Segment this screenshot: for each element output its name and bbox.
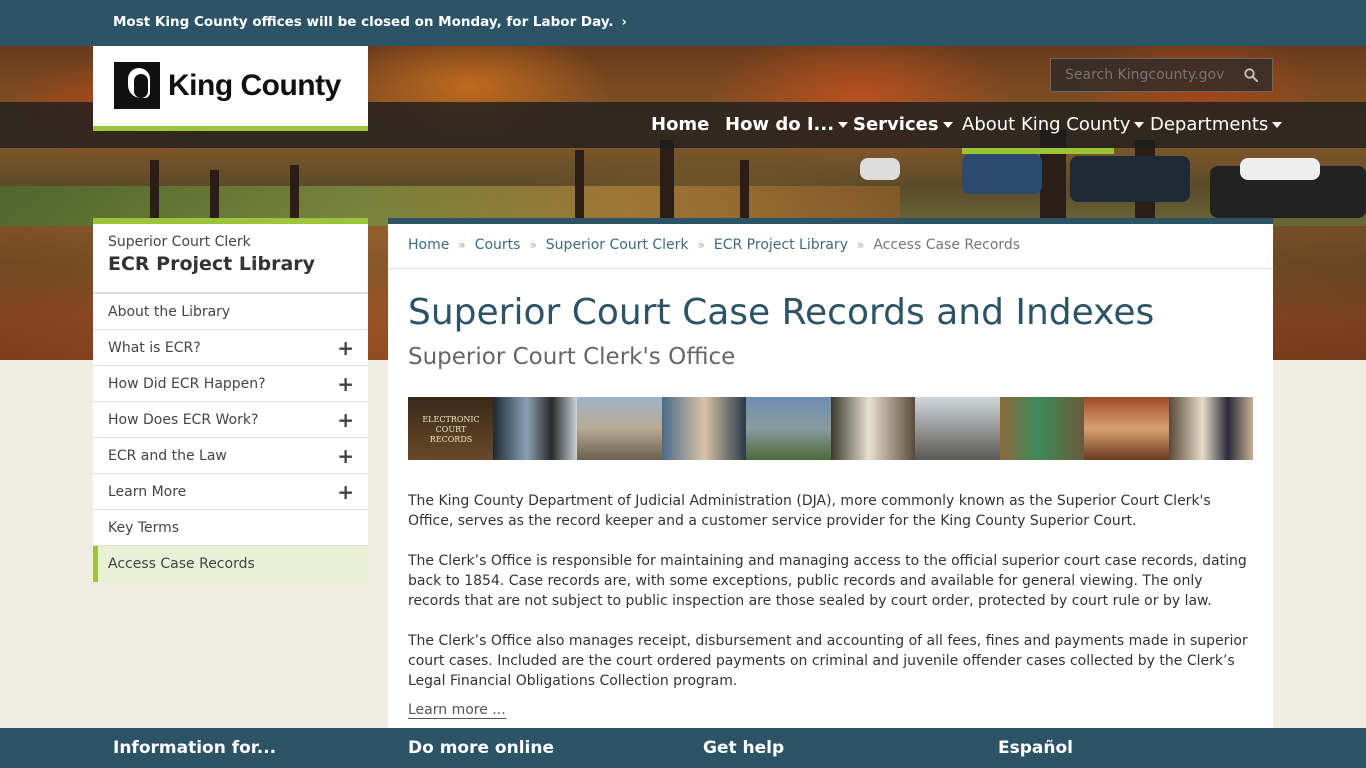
photo-service-counter bbox=[661, 397, 746, 460]
sidebar-header: Superior Court Clerk ECR Project Library bbox=[93, 224, 368, 294]
sidebar-item-how-does-ecr-work[interactable]: How Does ECR Work? + bbox=[93, 402, 368, 438]
breadcrumb: Home » Courts » Superior Court Clerk » ECR Pro… bbox=[388, 224, 1273, 269]
footer-get-help[interactable]: Get help bbox=[703, 738, 784, 758]
chevron-double-right-icon: » bbox=[697, 238, 705, 252]
sidebar-title[interactable]: ECR Project Library bbox=[108, 253, 353, 275]
active-nav-indicator bbox=[962, 148, 1114, 154]
plus-icon[interactable]: + bbox=[337, 330, 354, 366]
sidebar-item-label: About the Library bbox=[108, 304, 231, 320]
footer-espanol[interactable]: Español bbox=[998, 738, 1073, 758]
photo-courthouse bbox=[577, 397, 662, 460]
caret-down-icon bbox=[838, 122, 849, 128]
breadcrumb-courts[interactable]: Courts bbox=[475, 237, 521, 253]
photo-regional-center bbox=[746, 397, 831, 460]
plus-icon[interactable]: + bbox=[337, 366, 354, 402]
sidebar-item-ecr-and-the-law[interactable]: ECR and the Law + bbox=[93, 438, 368, 474]
chevron-double-right-icon: » bbox=[856, 238, 865, 252]
photo-banner: ELECTRONIC COURT RECORDS bbox=[408, 397, 1253, 460]
plus-icon[interactable]: + bbox=[337, 402, 354, 438]
photo-street bbox=[915, 397, 1000, 460]
body-text: The King County Department of Judicial A… bbox=[408, 491, 1253, 711]
alert-bar: Most King County offices will be closed … bbox=[0, 0, 1366, 46]
chevron-double-right-icon: » bbox=[458, 238, 466, 252]
sidebar-nav: Superior Court Clerk ECR Project Library… bbox=[93, 218, 368, 582]
nav-about-king-county[interactable]: About King County bbox=[962, 114, 1145, 138]
nav-how-do-i[interactable]: How do I... bbox=[725, 114, 849, 138]
logo-text: King County bbox=[168, 69, 341, 102]
page-subtitle: Superior Court Clerk's Office bbox=[408, 344, 736, 370]
footer-information-for[interactable]: Information for... bbox=[113, 738, 276, 758]
breadcrumb-home[interactable]: Home bbox=[408, 237, 449, 253]
paragraph: The Clerk’s Office also manages receipt,… bbox=[408, 633, 1248, 689]
breadcrumb-ecr-project-library[interactable]: ECR Project Library bbox=[714, 237, 848, 253]
photo-records-room bbox=[1084, 397, 1169, 460]
sidebar-item-label: How Did ECR Happen? bbox=[108, 376, 266, 392]
alert-text: Most King County offices will be closed … bbox=[113, 14, 614, 30]
nav-label: Home bbox=[651, 114, 710, 135]
plus-icon[interactable]: + bbox=[337, 474, 354, 510]
chevron-double-right-icon: » bbox=[529, 238, 537, 252]
footer-bar: Information for... Do more online Get he… bbox=[0, 728, 1366, 768]
alert-link[interactable]: Most King County offices will be closed … bbox=[113, 14, 627, 30]
sidebar-item-what-is-ecr[interactable]: What is ECR? + bbox=[93, 330, 368, 366]
search-icon[interactable] bbox=[1244, 68, 1258, 82]
photo-staff-desk bbox=[830, 397, 915, 460]
nav-label: How do I... bbox=[725, 114, 835, 135]
sidebar-item-label: Key Terms bbox=[108, 520, 180, 536]
caret-down-icon bbox=[1134, 122, 1145, 128]
paragraph: The Clerk’s Office is responsible for ma… bbox=[408, 553, 1247, 609]
sidebar-item-about-library[interactable]: About the Library bbox=[93, 294, 368, 330]
site-search bbox=[1050, 58, 1273, 92]
sidebar-item-label: ECR and the Law bbox=[108, 448, 227, 464]
sidebar-item-how-did-ecr-happen[interactable]: How Did ECR Happen? + bbox=[93, 366, 368, 402]
caret-down-icon bbox=[1272, 122, 1283, 128]
nav-label: About King County bbox=[962, 114, 1131, 135]
sidebar-item-label: How Does ECR Work? bbox=[108, 412, 259, 428]
sidebar-item-learn-more[interactable]: Learn More + bbox=[93, 474, 368, 510]
footer-do-more-online[interactable]: Do more online bbox=[408, 738, 554, 758]
sidebar-parent-link[interactable]: Superior Court Clerk bbox=[108, 234, 353, 250]
main-content: Home » Courts » Superior Court Clerk » ECR Pro… bbox=[388, 218, 1273, 728]
sidebar-item-label: Access Case Records bbox=[108, 556, 255, 572]
nav-services[interactable]: Services bbox=[853, 114, 953, 138]
sidebar-item-access-case-records[interactable]: Access Case Records bbox=[93, 546, 368, 582]
chevron-right-icon: › bbox=[621, 15, 627, 30]
king-county-logo[interactable]: King County bbox=[93, 46, 368, 131]
photo-staff-portrait bbox=[1168, 397, 1253, 460]
page-title: Superior Court Case Records and Indexes bbox=[408, 292, 1155, 333]
search-input[interactable] bbox=[1065, 67, 1235, 83]
sidebar-item-key-terms[interactable]: Key Terms bbox=[93, 510, 368, 546]
nav-departments[interactable]: Departments bbox=[1150, 114, 1283, 138]
sidebar-item-label: Learn More bbox=[108, 484, 187, 500]
nav-home[interactable]: Home bbox=[651, 114, 709, 138]
sidebar-item-label: What is ECR? bbox=[108, 340, 201, 356]
caret-down-icon bbox=[942, 122, 953, 128]
learn-more-link[interactable]: Learn more ... bbox=[408, 702, 506, 719]
nav-label: Services bbox=[853, 114, 939, 135]
photo-computer-user bbox=[999, 397, 1084, 460]
banner-text: ELECTRONIC COURT RECORDS bbox=[422, 415, 480, 444]
photo-clerks bbox=[492, 397, 577, 460]
breadcrumb-current: Access Case Records bbox=[873, 237, 1021, 253]
mlk-logo-icon bbox=[114, 62, 160, 109]
photo-ecr-sign: ELECTRONIC COURT RECORDS bbox=[408, 397, 493, 460]
paragraph: The King County Department of Judicial A… bbox=[408, 493, 1211, 529]
nav-label: Departments bbox=[1150, 114, 1269, 135]
plus-icon[interactable]: + bbox=[337, 438, 354, 474]
breadcrumb-superior-court-clerk[interactable]: Superior Court Clerk bbox=[546, 237, 689, 253]
